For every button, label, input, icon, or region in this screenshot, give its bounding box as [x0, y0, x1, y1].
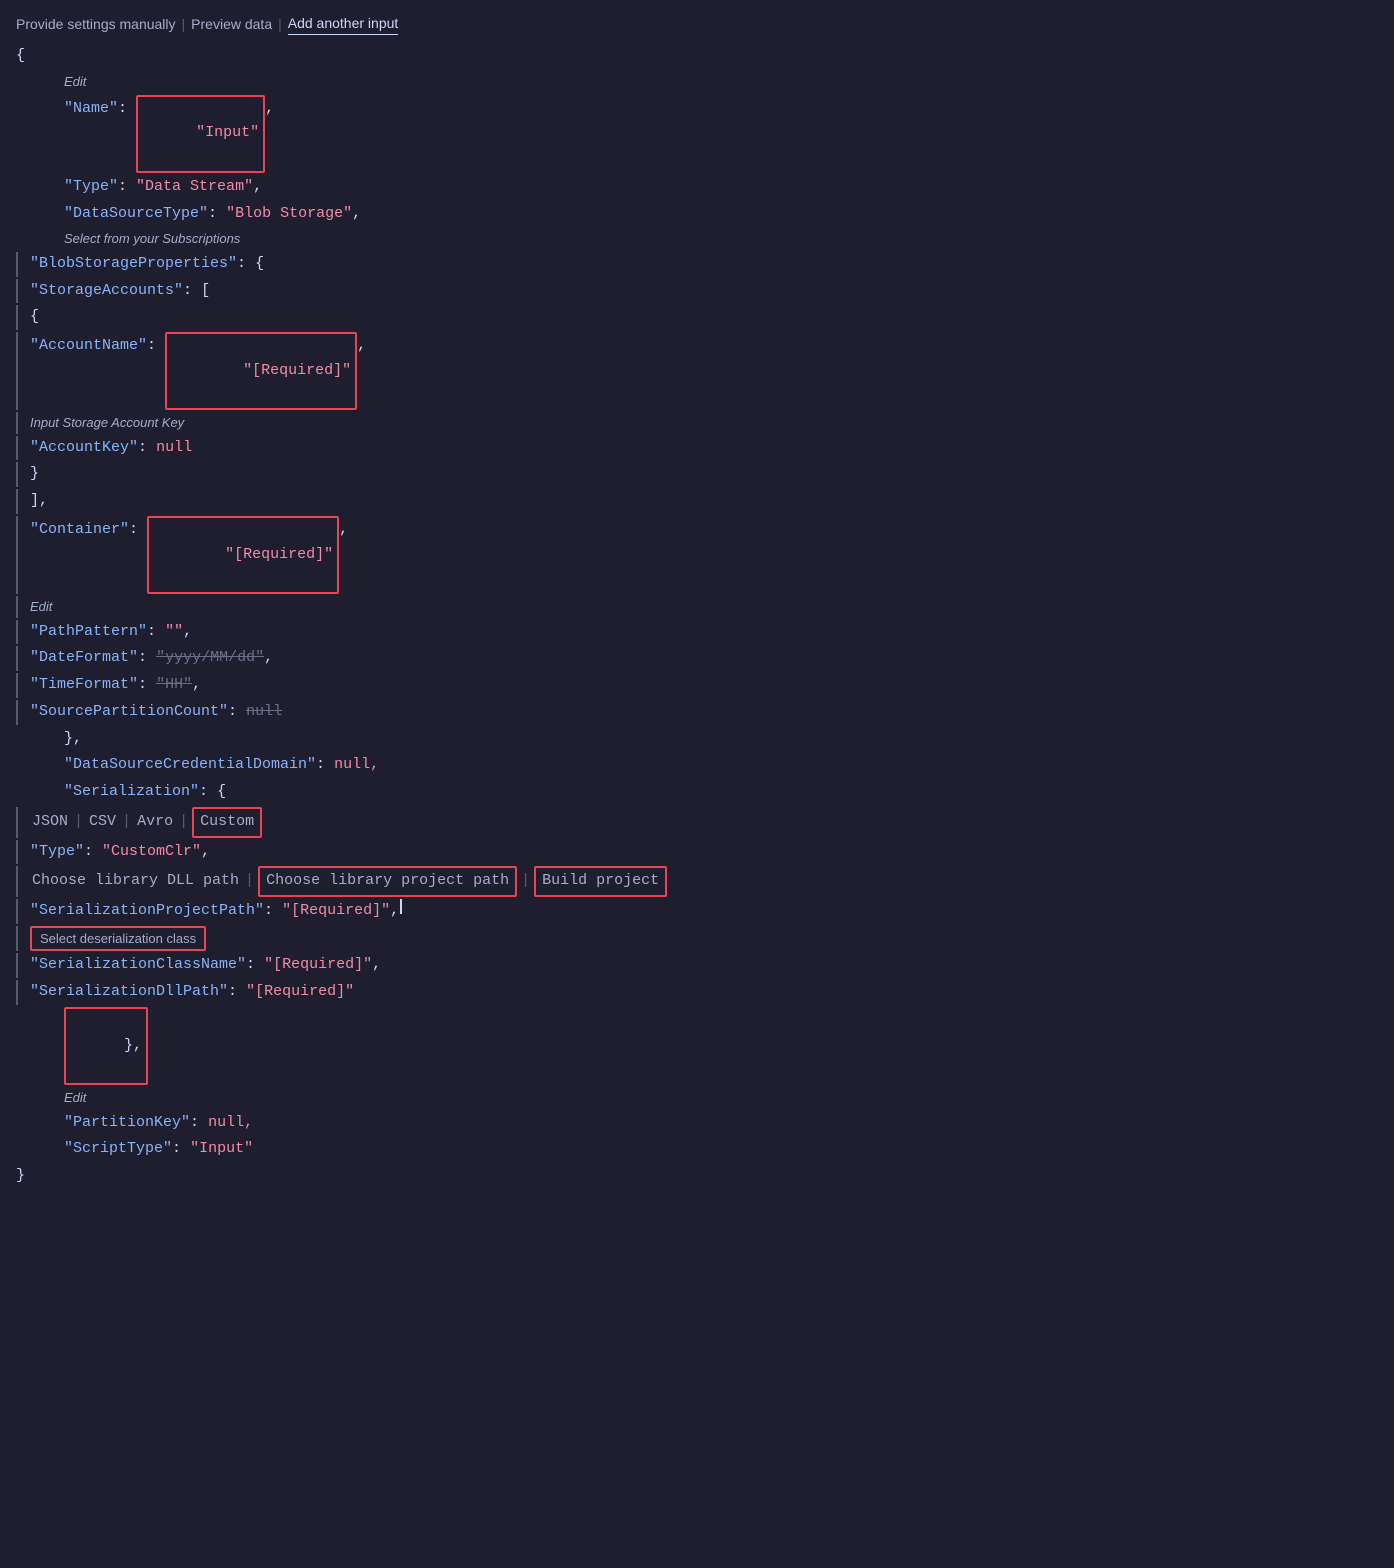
serialization-open: "Serialization" : {: [16, 779, 1378, 806]
inner-open: {: [16, 304, 1378, 331]
select-deserialization-button[interactable]: Select deserialization class: [30, 926, 206, 951]
inner-close: }: [16, 461, 1378, 488]
type-custom-field: "Type" : "CustomClr" ,: [16, 839, 1378, 866]
choose-dll-path-link[interactable]: Choose library DLL path: [30, 868, 241, 895]
add-another-input-link[interactable]: Add another input: [288, 12, 399, 35]
scripttype-field: "ScriptType" : "Input": [16, 1136, 1378, 1163]
edit-label-2: Edit: [16, 595, 1378, 618]
serialization-project-path-field: "SerializationProjectPath" : "[Required]…: [16, 898, 1378, 925]
datasource-credential-field: "DataSourceCredentialDomain" : null,: [16, 752, 1378, 779]
build-project-link[interactable]: Build project: [534, 866, 667, 897]
sep2: |: [278, 13, 282, 35]
accountname-field: "AccountName" : "[Required]" ,: [16, 331, 1378, 411]
library-actions: Choose library DLL path | Choose library…: [16, 865, 1378, 898]
choose-project-path-link[interactable]: Choose library project path: [258, 866, 517, 897]
sep1: |: [182, 13, 186, 35]
json-tab[interactable]: JSON: [30, 809, 70, 836]
datasource-field: "DataSourceType" : "Blob Storage" ,: [16, 201, 1378, 228]
input-storage-label: Input Storage Account Key: [16, 411, 1378, 434]
custom-tab[interactable]: Custom: [192, 807, 262, 838]
type-field: "Type" : "Data Stream" ,: [16, 174, 1378, 201]
storageaccounts-close: ],: [16, 488, 1378, 515]
container-value-box[interactable]: "[Required]": [147, 516, 339, 594]
accountkey-field: "AccountKey" : null: [16, 435, 1378, 462]
code-editor: { Edit "Name" : "Input" , "Type" : "Data…: [16, 43, 1378, 1189]
timeformat-field: "TimeFormat" : "HH" ,: [16, 672, 1378, 699]
blobstorage-open: "BlobStorageProperties" : {: [16, 251, 1378, 278]
dateformat-field: "DateFormat" : "yyyy/MM/dd" ,: [16, 645, 1378, 672]
serialization-close-box: },: [64, 1007, 148, 1085]
serialization-close: },: [16, 1006, 1378, 1086]
edit-label-1: Edit: [16, 70, 1378, 93]
root-open-brace: {: [16, 43, 1378, 70]
select-deserialization-row: Select deserialization class: [16, 925, 1378, 952]
avro-tab[interactable]: Avro: [135, 809, 175, 836]
name-value-box[interactable]: "Input": [136, 95, 265, 173]
preview-data-link[interactable]: Preview data: [191, 13, 272, 35]
root-close-brace: }: [16, 1163, 1378, 1190]
edit-label-3: Edit: [16, 1086, 1378, 1109]
select-subscriptions-label: Select from your Subscriptions: [16, 227, 1378, 250]
serialization-dllpath-field: "SerializationDllPath" : "[Required]": [16, 979, 1378, 1006]
name-field: "Name" : "Input" ,: [16, 94, 1378, 174]
serialization-classname-field: "SerializationClassName" : "[Required]" …: [16, 952, 1378, 979]
csv-tab[interactable]: CSV: [87, 809, 118, 836]
provide-settings-link[interactable]: Provide settings manually: [16, 13, 176, 35]
storageaccounts-open: "StorageAccounts" : [: [16, 278, 1378, 305]
container-field: "Container" : "[Required]" ,: [16, 515, 1378, 595]
text-cursor: [400, 899, 402, 914]
pathpattern-field: "PathPattern" : "" ,: [16, 619, 1378, 646]
partitionkey-field: "PartitionKey" : null,: [16, 1110, 1378, 1137]
blobstorage-close: },: [16, 726, 1378, 753]
serialization-type-tabs: JSON | CSV | Avro | Custom: [16, 806, 1378, 839]
sourcepartition-field: "SourcePartitionCount" : null: [16, 699, 1378, 726]
top-bar: Provide settings manually | Preview data…: [16, 12, 1378, 35]
accountname-value-box[interactable]: "[Required]": [165, 332, 357, 410]
